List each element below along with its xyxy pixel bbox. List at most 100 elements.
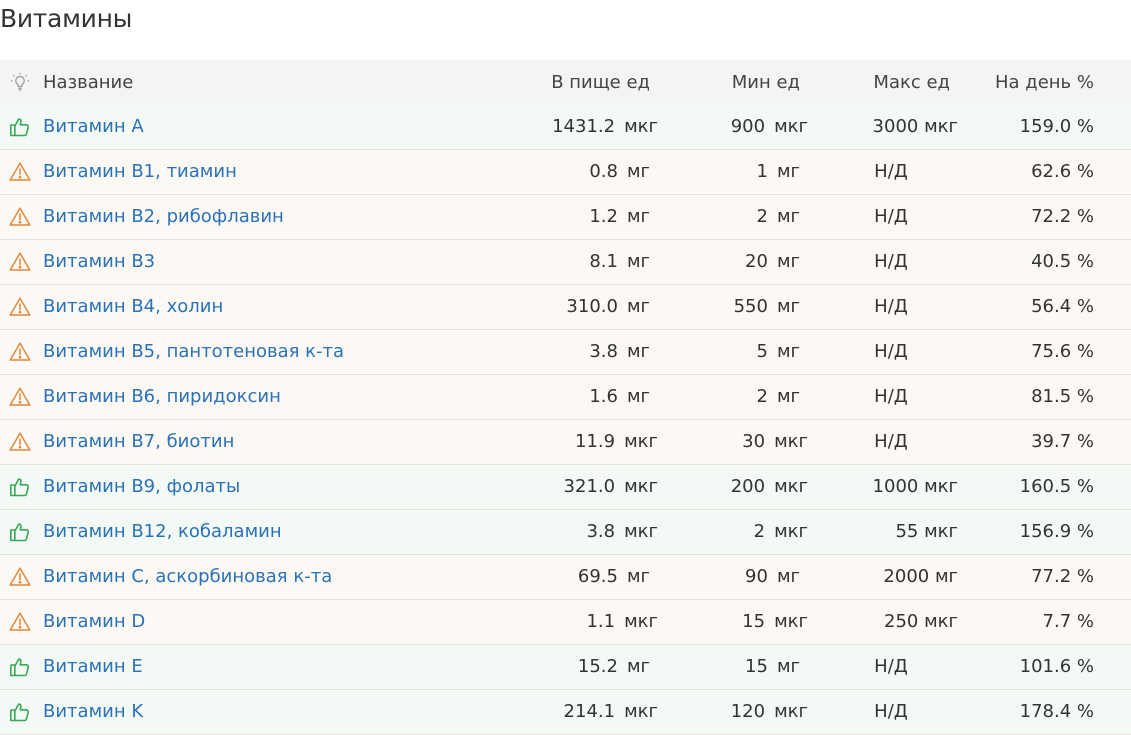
thumbs-up-icon [8, 690, 34, 734]
day-percent-cell: 40.5 % [1031, 251, 1094, 272]
vitamin-name-link[interactable]: Витамин A [43, 116, 144, 137]
food-cell-unit: мг [626, 656, 650, 677]
warning-icon [8, 195, 34, 239]
food-cell-value: 3.8 [586, 521, 616, 542]
table-row: Витамин B12, кобаламин 3.8 мкг 2 мкг 55 мкг 15… [0, 510, 1131, 555]
food-cell: 8.1 мг [498, 240, 658, 284]
max-cell: Н/Д [874, 431, 908, 452]
column-header-food[interactable]: В пище ед [490, 60, 650, 105]
name-cell: Витамин B2, рибофлавин [43, 195, 284, 239]
vitamin-name-link[interactable]: Витамин B4, холин [43, 296, 223, 317]
min-cell: 5 мг [678, 330, 808, 374]
min-cell: 120 мкг [678, 690, 808, 734]
max-cell: 3000 мкг [872, 116, 958, 137]
food-cell: 0.8 мг [498, 150, 658, 194]
vitamin-name-link[interactable]: Витамин E [43, 656, 143, 677]
food-cell: 1431.2 мкг [498, 105, 658, 149]
min-cell-value: 30 [742, 431, 766, 452]
min-cell: 2 мг [678, 375, 808, 419]
vitamin-name-link[interactable]: Витамин B12, кобаламин [43, 521, 282, 542]
warning-icon [8, 420, 34, 464]
thumbs-up-icon [8, 105, 34, 149]
table-row: Витамин B5, пантотеновая к-та 3.8 мг 5 мг Н/Д… [0, 330, 1131, 375]
warning-icon [8, 150, 34, 194]
thumbs-up-icon [8, 510, 34, 554]
max-cell: Н/Д [874, 161, 908, 182]
name-cell: Витамин B3 [43, 240, 155, 284]
vitamin-name-link[interactable]: Витамин B7, биотин [43, 431, 234, 452]
max-cell: Н/Д [874, 251, 908, 272]
vitamin-name-link[interactable]: Витамин B2, рибофлавин [43, 206, 284, 227]
table-row: Витамин B9, фолаты 321.0 мкг 200 мкг 1000 мкг… [0, 465, 1131, 510]
food-cell-unit: мг [626, 386, 650, 407]
food-cell: 15.2 мг [498, 645, 658, 689]
food-cell-unit: мг [626, 341, 650, 362]
vitamin-name-link[interactable]: Витамин C, аскорбиновая к-та [43, 566, 332, 587]
vitamin-name-link[interactable]: Витамин B3 [43, 251, 155, 272]
min-cell-unit: мкг [774, 701, 808, 722]
warning-icon [8, 600, 34, 644]
min-cell-value: 20 [745, 251, 768, 272]
day-percent-cell: 39.7 % [1031, 431, 1094, 452]
thumbs-up-icon [8, 465, 34, 509]
min-cell: 1 мг [678, 150, 808, 194]
name-cell: Витамин B5, пантотеновая к-та [43, 330, 344, 374]
max-cell: 2000 мг [883, 566, 958, 587]
day-percent-cell: 159.0 % [1019, 116, 1094, 137]
min-cell-unit: мг [776, 296, 800, 317]
food-cell-value: 69.5 [577, 566, 618, 587]
table-row: Витамин B3 8.1 мг 20 мг Н/Д 40.5 % [0, 240, 1131, 285]
food-cell-value: 0.8 [589, 161, 618, 182]
min-cell-value: 2 [756, 386, 768, 407]
vitamin-name-link[interactable]: Витамин B1, тиамин [43, 161, 237, 182]
table-row: Витамин A 1431.2 мкг 900 мкг 3000 мкг 159.0 % [0, 105, 1131, 150]
name-cell: Витамин A [43, 105, 144, 149]
food-cell-value: 1.2 [589, 206, 618, 227]
vitamins-table: Название В пище ед Мин ед Макс ед На ден… [0, 60, 1131, 735]
min-cell-unit: мг [776, 251, 800, 272]
table-row: Витамин B7, биотин 11.9 мкг 30 мкг Н/Д 39.7 % [0, 420, 1131, 465]
food-cell: 3.8 мг [498, 330, 658, 374]
min-cell-value: 5 [756, 341, 768, 362]
min-cell: 30 мкг [678, 420, 808, 464]
day-percent-cell: 178.4 % [1019, 701, 1094, 722]
column-header-min[interactable]: Мин ед [670, 60, 800, 105]
max-cell: Н/Д [874, 656, 908, 677]
name-cell: Витамин B12, кобаламин [43, 510, 282, 554]
food-cell-value: 214.1 [563, 701, 616, 722]
max-cell: 55 мкг [895, 521, 958, 542]
food-cell-value: 15.2 [577, 656, 618, 677]
table-body: Витамин A 1431.2 мкг 900 мкг 3000 мкг 159.0 % В… [0, 105, 1131, 735]
name-cell: Витамин B9, фолаты [43, 465, 240, 509]
table-row: Витамин E 15.2 мг 15 мг Н/Д 101.6 % [0, 645, 1131, 690]
vitamin-name-link[interactable]: Витамин B5, пантотеновая к-та [43, 341, 344, 362]
food-cell-unit: мкг [624, 116, 658, 137]
min-cell-value: 15 [745, 656, 768, 677]
min-cell-value: 550 [733, 296, 768, 317]
vitamin-name-link[interactable]: Витамин D [43, 611, 145, 632]
min-cell-unit: мг [776, 566, 800, 587]
column-header-name[interactable]: Название [43, 60, 133, 105]
food-cell: 11.9 мкг [498, 420, 658, 464]
food-cell-value: 3.8 [589, 341, 618, 362]
food-cell-unit: мкг [624, 431, 658, 452]
column-header-day[interactable]: На день % [964, 60, 1094, 105]
vitamin-name-link[interactable]: Витамин B6, пиридоксин [43, 386, 281, 407]
min-cell-unit: мг [776, 161, 800, 182]
vitamin-name-link[interactable]: Витамин B9, фолаты [43, 476, 240, 497]
food-cell: 1.6 мг [498, 375, 658, 419]
vitamin-name-link[interactable]: Витамин K [43, 701, 143, 722]
name-cell: Витамин B4, холин [43, 285, 223, 329]
max-cell: Н/Д [874, 296, 908, 317]
min-cell-unit: мкг [774, 476, 808, 497]
min-cell-unit: мкг [774, 521, 808, 542]
food-cell-unit: мг [626, 206, 650, 227]
table-row: Витамин D 1.1 мкг 15 мкг 250 мкг 7.7 % [0, 600, 1131, 645]
thumbs-up-icon [8, 645, 34, 689]
table-row: Витамин B1, тиамин 0.8 мг 1 мг Н/Д 62.6 % [0, 150, 1131, 195]
food-cell: 321.0 мкг [498, 465, 658, 509]
min-cell-value: 120 [730, 701, 766, 722]
lightbulb-icon [8, 60, 34, 104]
min-cell-unit: мг [776, 656, 800, 677]
column-header-max[interactable]: Макс ед [820, 60, 950, 105]
